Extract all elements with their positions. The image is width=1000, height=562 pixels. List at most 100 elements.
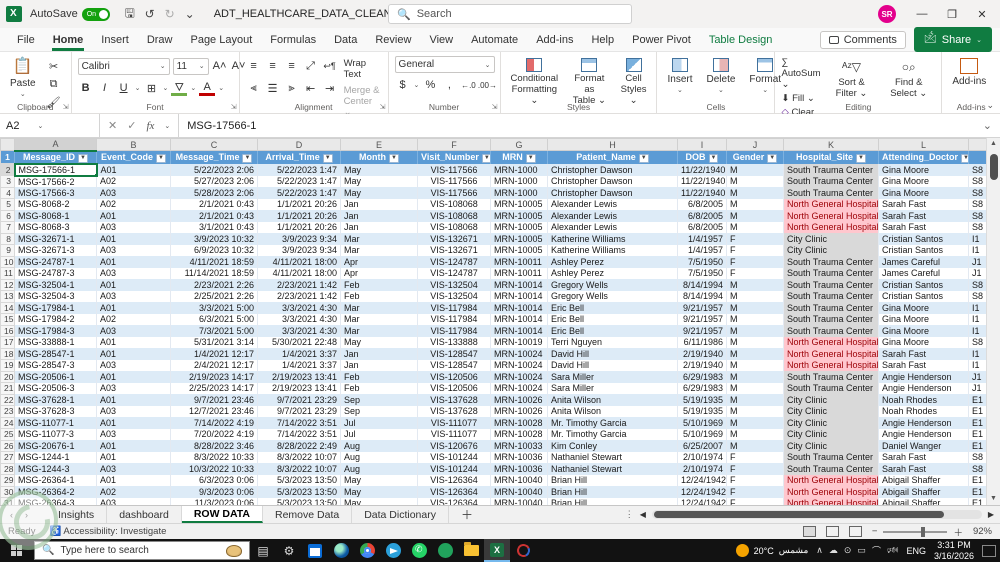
cell[interactable]: David Hill [547, 348, 678, 360]
cell[interactable]: A03 [96, 187, 171, 199]
cell[interactable]: MRN-10024 [490, 371, 548, 383]
cell[interactable]: MRN-10024 [490, 348, 548, 360]
cell[interactable]: A02 [96, 198, 171, 210]
cell[interactable]: 4/11/2021 18:00 [257, 267, 341, 279]
tab-data[interactable]: Data [325, 30, 366, 50]
cancel-icon[interactable]: ✕ [108, 119, 117, 132]
cell[interactable]: MRN-1000 [490, 175, 548, 187]
cell[interactable]: M [726, 382, 784, 394]
cell[interactable]: I1 [968, 359, 986, 371]
cell[interactable]: E1 [968, 405, 986, 417]
cell[interactable]: MSG-24787-3 [14, 267, 97, 279]
row-header[interactable]: 26 [0, 439, 15, 452]
cell[interactable]: E1 [968, 428, 986, 440]
row-header[interactable]: 9 [0, 244, 15, 257]
comma-style-button[interactable]: , [441, 77, 457, 93]
cell[interactable]: A01 [96, 336, 171, 348]
cell[interactable]: Katherine Williams [547, 244, 678, 256]
cell[interactable]: MSG-20506-3 [14, 382, 97, 394]
cell[interactable]: A01 [96, 451, 171, 463]
cell[interactable]: 7/5/1950 [677, 256, 727, 268]
cell[interactable]: 3/3/2021 4:30 [257, 313, 341, 325]
cell[interactable]: M [726, 394, 784, 406]
cell[interactable]: A01 [96, 163, 171, 176]
chrome-button[interactable] [354, 539, 380, 562]
cell[interactable]: Feb [340, 371, 418, 383]
cell[interactable]: M [726, 221, 784, 233]
underline-button[interactable]: U [116, 80, 132, 96]
cell[interactable]: South Trauma Center [783, 187, 879, 199]
cell[interactable]: MSG-17984-2 [14, 313, 97, 325]
cell[interactable]: MSG-26364-3 [14, 497, 97, 505]
cell[interactable]: 1/4/2021 3:37 [257, 359, 341, 371]
cell[interactable]: MSG-17566-3 [14, 187, 97, 199]
cell[interactable]: VIS-117566 [417, 187, 491, 199]
cell[interactable]: 6/8/2005 [677, 210, 727, 222]
cell[interactable]: 7/14/2022 3:51 [257, 428, 341, 440]
cell[interactable]: South Trauma Center [783, 302, 879, 314]
cell[interactable]: 2/4/2021 12:17 [170, 359, 258, 371]
cell[interactable]: MRN-10028 [490, 428, 548, 440]
filter-button[interactable]: ▼ [156, 153, 166, 163]
cell[interactable]: Jul [340, 417, 418, 429]
cell[interactable]: A03 [96, 497, 171, 505]
align-right-button[interactable]: ⫸ [284, 80, 300, 96]
cell[interactable]: A02 [96, 486, 171, 498]
row-header[interactable]: 15 [0, 313, 15, 326]
cell[interactable]: North General Hospital [783, 348, 879, 360]
cell[interactable]: S8 [968, 463, 986, 475]
cell[interactable]: Gina Moore [878, 302, 969, 314]
cell[interactable]: Mar [340, 325, 418, 337]
cell[interactable]: A01 [96, 440, 171, 452]
cell[interactable]: Sep [340, 405, 418, 417]
cell[interactable]: A03 [96, 382, 171, 394]
table-header-cell[interactable] [968, 150, 986, 164]
cell[interactable]: Nathaniel Stewart [547, 451, 678, 463]
cell[interactable]: MSG-24787-1 [14, 256, 97, 268]
cell[interactable]: A02 [96, 175, 171, 187]
row-header[interactable]: 21 [0, 382, 15, 395]
table-header-cell[interactable]: Arrival_Time ▼ [257, 150, 341, 164]
find-select-button[interactable]: ○⌕ Find & Select ⌄ [882, 56, 935, 102]
cell[interactable]: 8/3/2022 10:07 [257, 451, 341, 463]
cell[interactable]: Feb [340, 382, 418, 394]
cell[interactable]: City Clinic [783, 440, 879, 452]
cell[interactable]: Mar [340, 233, 418, 245]
cell[interactable]: 5/30/2021 22:48 [257, 336, 341, 348]
cell[interactable]: VIS-117984 [417, 325, 491, 337]
font-size-select[interactable]: 11 ⌄ [172, 57, 209, 75]
cell[interactable]: South Trauma Center [783, 382, 879, 394]
cell[interactable]: 9/21/1957 [677, 313, 727, 325]
cell[interactable]: MRN-10005 [490, 221, 548, 233]
tab-splitter-handle[interactable]: ⋮ [625, 509, 634, 520]
cell[interactable]: MSG-20676-1 [14, 440, 97, 452]
cell[interactable]: MSG-17566-1 [13, 162, 98, 177]
file-explorer-button[interactable] [458, 539, 484, 562]
wrap-text-button[interactable]: ↩¶ [322, 58, 338, 74]
cell[interactable]: 2/19/2023 14:17 [170, 371, 258, 383]
cell[interactable]: 5/28/2023 2:06 [170, 187, 258, 199]
cell[interactable]: A02 [96, 313, 171, 325]
cell[interactable]: 5/10/1969 [677, 428, 727, 440]
cell[interactable]: MRN-1000 [490, 187, 548, 199]
cell[interactable]: MRN-10014 [490, 313, 548, 325]
cell[interactable]: South Trauma Center [783, 256, 879, 268]
cell[interactable]: 9/7/2021 23:46 [170, 394, 258, 406]
tab-draw[interactable]: Draw [138, 30, 182, 50]
sheet-tab-data-dictionary[interactable]: Data Dictionary [352, 506, 449, 523]
cell[interactable]: Angie Henderson [878, 417, 969, 429]
cell[interactable]: VIS-108068 [417, 198, 491, 210]
cell[interactable]: I1 [968, 313, 986, 325]
middle-align-button[interactable]: ≡ [265, 58, 281, 74]
column-header-H[interactable]: H [547, 138, 678, 151]
cell[interactable]: F [726, 451, 784, 463]
sheet-tab-dashboard[interactable]: dashboard [107, 506, 182, 523]
cell[interactable]: James Careful [878, 267, 969, 279]
cell[interactable]: May [340, 474, 418, 486]
comments-button[interactable]: Comments [819, 30, 906, 49]
cell[interactable]: 6/29/1983 [677, 371, 727, 383]
formula-input[interactable]: MSG-17566-1 [179, 114, 975, 137]
cell[interactable]: M [726, 371, 784, 383]
cell[interactable]: I1 [968, 348, 986, 360]
cell[interactable]: I1 [968, 302, 986, 314]
